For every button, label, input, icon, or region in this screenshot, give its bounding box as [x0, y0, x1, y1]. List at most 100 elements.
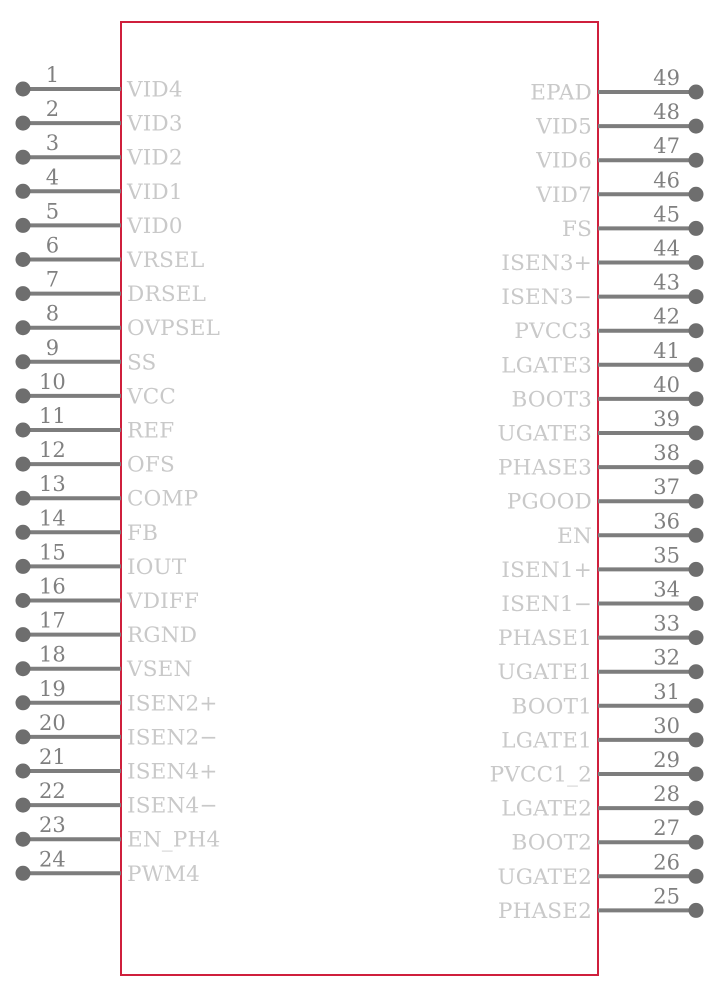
pin-number: 41: [653, 339, 680, 363]
pin-connection-dot[interactable]: [688, 664, 704, 680]
pin-connection-dot[interactable]: [688, 561, 704, 577]
pin-connection-dot[interactable]: [688, 152, 704, 168]
pin-label: PVCC1_2: [490, 763, 592, 788]
pin-connection-dot[interactable]: [688, 493, 704, 509]
pin-connection-dot[interactable]: [688, 220, 704, 236]
pin-7[interactable]: 7 DRSEL: [15, 268, 207, 308]
pin-14[interactable]: 14 FB: [15, 506, 159, 546]
pin-connection-dot[interactable]: [688, 868, 704, 884]
pin-number: 47: [653, 134, 680, 158]
pin-connection-dot[interactable]: [688, 425, 704, 441]
pin-number: 6: [46, 234, 59, 258]
pin-label: ISEN1+: [501, 558, 592, 583]
pin-label: SS: [127, 350, 156, 375]
pin-connection-dot[interactable]: [15, 695, 31, 711]
pin-number: 45: [653, 202, 680, 226]
pin-connection-dot[interactable]: [15, 729, 31, 745]
pin-connection-dot[interactable]: [688, 834, 704, 850]
pin-number: 15: [39, 540, 66, 564]
pin-connection-dot[interactable]: [688, 357, 704, 373]
pin-24[interactable]: 24 PWM4: [15, 847, 201, 887]
pin-label: UGATE1: [497, 660, 592, 685]
pin-connection-dot[interactable]: [15, 558, 31, 574]
pin-6[interactable]: 6 VRSEL: [15, 234, 205, 274]
pin-number: 8: [46, 302, 59, 326]
pin-connection-dot[interactable]: [15, 354, 31, 370]
pin-connection-dot[interactable]: [15, 115, 31, 131]
pin-label: VID0: [126, 214, 183, 239]
pin-connection-dot[interactable]: [15, 149, 31, 165]
pin-label: VID1: [126, 180, 183, 205]
pin-25[interactable]: 25 PHASE2: [498, 884, 704, 924]
pin-connection-dot[interactable]: [15, 661, 31, 677]
pin-label: BOOT1: [512, 694, 592, 719]
pin-4[interactable]: 4 VID1: [15, 165, 183, 205]
pin-connection-dot[interactable]: [15, 831, 31, 847]
pin-connection-dot[interactable]: [15, 183, 31, 199]
pin-connection-dot[interactable]: [688, 800, 704, 816]
pin-label: EN_PH4: [127, 828, 220, 853]
pin-label: VID2: [126, 146, 183, 171]
pin-label: PHASE3: [498, 456, 592, 481]
pin-number: 32: [653, 646, 680, 670]
pin-connection-dot[interactable]: [15, 490, 31, 506]
pin-number: 13: [39, 472, 66, 496]
pin-connection-dot[interactable]: [15, 524, 31, 540]
pin-label: LGATE1: [501, 728, 592, 753]
pin-connection-dot[interactable]: [688, 596, 704, 611]
pin-2[interactable]: 2 VID3: [15, 97, 183, 137]
pin-connection-dot[interactable]: [15, 593, 31, 608]
pin-connection-dot[interactable]: [15, 388, 31, 404]
pin-connection-dot[interactable]: [688, 527, 704, 543]
pin-number: 10: [39, 370, 66, 394]
pin-number: 38: [653, 441, 680, 465]
pin-connection-dot[interactable]: [15, 456, 31, 472]
pin-connection-dot[interactable]: [15, 320, 31, 336]
pin-number: 19: [39, 677, 66, 701]
pin-connection-dot[interactable]: [688, 118, 704, 134]
pin-connection-dot[interactable]: [688, 630, 704, 646]
pin-label: BOOT2: [512, 831, 592, 856]
pin-number: 22: [39, 779, 66, 803]
pin-connection-dot[interactable]: [15, 422, 31, 438]
pin-label: EN: [557, 524, 592, 549]
pin-label: LGATE2: [501, 797, 592, 822]
pin-9[interactable]: 9 SS: [15, 336, 157, 376]
pin-connection-dot[interactable]: [15, 865, 31, 881]
pin-connection-dot[interactable]: [688, 289, 704, 305]
pin-connection-dot[interactable]: [688, 459, 704, 475]
pin-label: COMP: [127, 487, 198, 512]
pin-connection-dot[interactable]: [15, 627, 31, 643]
pin-number: 43: [653, 271, 680, 295]
pin-connection-dot[interactable]: [15, 286, 31, 302]
pin-number: 33: [653, 612, 680, 636]
pin-connection-dot[interactable]: [688, 902, 704, 918]
pin-45[interactable]: 45 FS: [562, 202, 704, 242]
pin-connection-dot[interactable]: [15, 217, 31, 233]
pin-connection-dot[interactable]: [688, 186, 704, 202]
pin-5[interactable]: 5 VID0: [15, 199, 183, 239]
pin-number: 11: [39, 404, 66, 428]
pin-connection-dot[interactable]: [15, 81, 31, 97]
pin-label: ISEN3−: [501, 285, 592, 310]
pin-3[interactable]: 3 VID2: [15, 131, 183, 171]
pin-connection-dot[interactable]: [15, 252, 31, 267]
pin-connection-dot[interactable]: [688, 732, 704, 748]
pin-connection-dot[interactable]: [688, 698, 704, 714]
pin-label: PGOOD: [507, 490, 592, 515]
pin-connection-dot[interactable]: [15, 797, 31, 813]
pin-connection-dot[interactable]: [15, 763, 31, 779]
pin-connection-dot[interactable]: [688, 391, 704, 407]
pin-36[interactable]: 36 EN: [557, 509, 704, 549]
pin-label: PHASE2: [498, 899, 592, 924]
pin-number: 39: [653, 407, 680, 431]
pin-connection-dot[interactable]: [688, 255, 704, 270]
pin-1[interactable]: 1 VID4: [15, 63, 183, 103]
pin-number: 7: [46, 268, 59, 292]
pin-connection-dot[interactable]: [688, 84, 704, 100]
pin-connection-dot[interactable]: [688, 323, 704, 339]
pin-label: PVCC3: [514, 319, 592, 344]
pin-number: 36: [653, 509, 680, 533]
pin-connection-dot[interactable]: [688, 766, 704, 782]
pin-label: VCC: [126, 384, 176, 409]
